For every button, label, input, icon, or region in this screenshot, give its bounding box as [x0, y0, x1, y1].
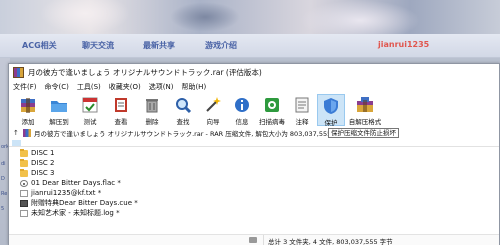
site-nav-bar: ACG相关 聊天交流 最新共享 游戏介绍 jianrui1235 — [0, 34, 500, 58]
file-name: 01 Dear Bitter Days.flac * — [31, 179, 121, 187]
protect-button[interactable]: 保护 — [317, 94, 345, 127]
status-left-segment — [9, 235, 264, 245]
list-item[interactable]: DISC 3 — [9, 168, 209, 178]
info-button[interactable]: 信息 — [229, 94, 255, 126]
edge-text: 5 — [1, 206, 5, 212]
comment-button[interactable]: 注释 — [289, 94, 315, 126]
menu-file[interactable]: 文件(F) — [13, 82, 37, 92]
test-icon — [81, 96, 99, 114]
nav-game-intro[interactable]: 游戏介绍 — [205, 40, 237, 51]
add-archive-icon — [19, 96, 37, 114]
archive-icon — [23, 129, 31, 137]
nav-acg[interactable]: ACG相关 — [22, 40, 57, 51]
site-banner — [0, 0, 500, 34]
list-item[interactable]: 01 Dear Bitter Days.flac * — [9, 178, 209, 188]
find-magnifier-icon — [174, 96, 192, 114]
folder-icon — [20, 168, 28, 177]
folder-icon — [20, 148, 28, 157]
delete-trash-icon — [143, 96, 161, 114]
find-button[interactable]: 查找 — [170, 94, 196, 126]
extract-folder-icon — [50, 96, 68, 114]
edge-text: di — [1, 161, 6, 167]
test-label: 测试 — [83, 118, 97, 126]
menu-options[interactable]: 选项(N) — [149, 82, 174, 92]
menu-tools[interactable]: 工具(S) — [77, 82, 101, 92]
wizard-button[interactable]: 向导 — [200, 94, 226, 126]
winrar-app-icon — [13, 67, 24, 78]
address-bar: ↑ 月の彼方で逢いましょう オリジナルサウンドトラック.rar - RAR 压缩… — [9, 127, 499, 139]
add-label: 添加 — [21, 118, 35, 126]
protect-label: 保护 — [324, 119, 338, 127]
list-header — [9, 139, 499, 147]
status-bar: 总计 3 文件夹, 4 文件, 803,037,555 字节 — [9, 234, 499, 245]
virus-scan-label: 扫描病毒 — [259, 118, 285, 126]
text-file-icon — [20, 209, 28, 217]
extract-to-label: 解压到 — [49, 118, 69, 126]
find-label: 查找 — [176, 118, 190, 126]
audio-file-icon — [20, 179, 28, 187]
menu-help[interactable]: 帮助(H) — [181, 82, 206, 92]
wizard-wand-icon — [204, 96, 222, 114]
view-button[interactable]: 查看 — [108, 94, 134, 126]
protect-tooltip: 保护压缩文件防止损坏 — [328, 128, 399, 138]
edge-text: Re — [1, 191, 8, 197]
file-name: DISC 3 — [31, 169, 55, 177]
list-item[interactable]: DISC 1 — [9, 148, 209, 158]
list-item[interactable]: 未知艺术家 - 未知标题.log * — [9, 208, 209, 218]
sfx-button[interactable]: 自解压格式 — [348, 94, 382, 126]
sfx-label: 自解压格式 — [348, 118, 382, 126]
test-button[interactable]: 测试 — [77, 94, 103, 126]
up-arrow-icon[interactable]: ↑ — [13, 129, 23, 137]
sfx-icon — [356, 96, 374, 114]
extract-to-button[interactable]: 解压到 — [46, 94, 72, 126]
toolbar: 添加 解压到 测试 查看 删除 查找 向导 信息 扫描病毒 注释 保护 自解压格… — [9, 93, 499, 127]
window-title: 月の彼方で逢いましょう オリジナルサウンドトラック.rar (评估版本) — [28, 68, 262, 77]
wizard-label: 向导 — [206, 118, 220, 126]
folder-icon — [20, 158, 28, 167]
key-icon — [249, 237, 257, 243]
parent-folder-icon[interactable] — [12, 140, 21, 146]
file-name: DISC 2 — [31, 159, 55, 167]
list-item[interactable]: DISC 2 — [9, 158, 209, 168]
info-label: 信息 — [235, 118, 249, 126]
file-name: jianrui1235@kf.txt * — [31, 189, 102, 197]
nav-chat[interactable]: 聊天交流 — [82, 40, 114, 51]
menu-commands[interactable]: 命令(C) — [45, 82, 69, 92]
comment-label: 注释 — [295, 118, 309, 126]
menu-bar: 文件(F) 命令(C) 工具(S) 收藏夹(O) 选项(N) 帮助(H) — [9, 81, 499, 93]
status-text: 总计 3 文件夹, 4 文件, 803,037,555 字节 — [268, 238, 393, 245]
file-name: 未知艺术家 - 未知标题.log * — [31, 209, 120, 217]
archive-path[interactable]: 月の彼方で逢いましょう オリジナルサウンドトラック.rar - RAR 压缩文件… — [34, 128, 331, 138]
delete-label: 删除 — [145, 118, 159, 126]
text-file-icon — [20, 189, 28, 197]
nav-latest-share[interactable]: 最新共享 — [143, 40, 175, 51]
view-book-icon — [112, 96, 130, 114]
comment-icon — [293, 96, 311, 114]
view-label: 查看 — [114, 118, 128, 126]
menu-favorites[interactable]: 收藏夹(O) — [109, 82, 141, 92]
delete-button[interactable]: 删除 — [139, 94, 165, 126]
edge-text: D — [1, 176, 5, 182]
nav-username[interactable]: jianrui1235 — [378, 40, 429, 49]
add-button[interactable]: 添加 — [15, 94, 41, 126]
info-icon — [233, 96, 251, 114]
virus-scan-button[interactable]: 扫描病毒 — [257, 94, 287, 126]
winrar-window: 月の彼方で逢いましょう オリジナルサウンドトラック.rar (评估版本) 文件(… — [8, 63, 500, 245]
protect-shield-icon — [322, 97, 340, 115]
list-item[interactable]: 附赠特典Dear Bitter Days.cue * — [9, 198, 209, 208]
list-item[interactable]: jianrui1235@kf.txt * — [9, 188, 209, 198]
file-name: 附赠特典Dear Bitter Days.cue * — [31, 199, 138, 207]
cue-file-icon — [20, 199, 28, 207]
title-bar[interactable]: 月の彼方で逢いましょう オリジナルサウンドトラック.rar (评估版本) — [9, 64, 499, 81]
virus-scan-icon — [263, 96, 281, 114]
file-name: DISC 1 — [31, 149, 55, 157]
